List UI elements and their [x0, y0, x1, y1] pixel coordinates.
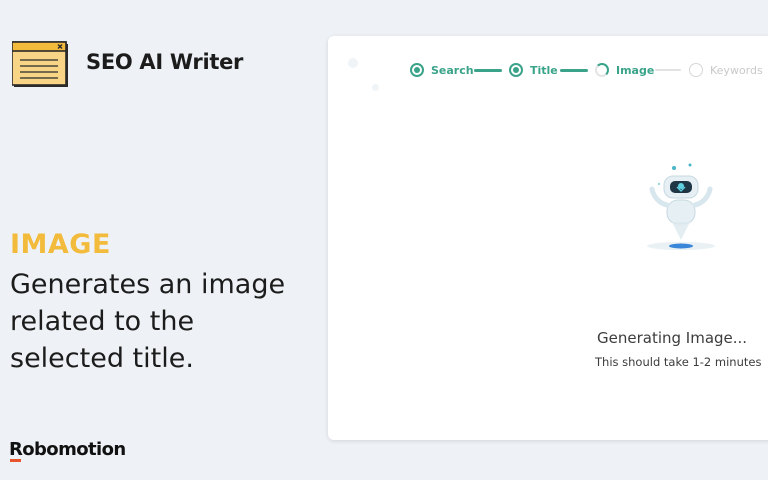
- progress-stepper: Search Title Image Keywords: [410, 63, 768, 77]
- decor-dot: [372, 84, 379, 91]
- step-connector: [655, 69, 681, 71]
- step-done-icon: [410, 63, 424, 77]
- step-pending-icon: [689, 63, 703, 77]
- app-title: SEO AI Writer: [86, 50, 244, 74]
- step-connector: [560, 69, 588, 72]
- step-keywords[interactable]: Keywords: [689, 63, 763, 77]
- robot-icon: [647, 163, 715, 250]
- feature-description: Generates an image related to the select…: [10, 269, 286, 374]
- decor-dot: [348, 58, 358, 68]
- generation-panel: Search Title Image Keywords Generating I…: [328, 36, 768, 440]
- step-loading-icon: [595, 63, 609, 77]
- step-done-icon: [509, 63, 523, 77]
- step-label: Title: [530, 63, 558, 77]
- step-title[interactable]: Title: [509, 63, 558, 77]
- browser-window-icon: [12, 41, 68, 87]
- brand-underline: [10, 459, 21, 462]
- step-search[interactable]: Search: [410, 63, 474, 77]
- status-subtitle: This should take 1-2 minutes: [595, 355, 762, 369]
- brand-logo: Robomotion: [9, 439, 126, 460]
- step-label: Image: [616, 63, 655, 77]
- step-connector: [474, 69, 502, 72]
- step-label: Search: [431, 63, 474, 77]
- step-label: Keywords: [710, 63, 763, 77]
- feature-heading: IMAGE: [10, 229, 111, 260]
- step-image[interactable]: Image: [595, 63, 654, 77]
- status-title: Generating Image...: [597, 329, 748, 347]
